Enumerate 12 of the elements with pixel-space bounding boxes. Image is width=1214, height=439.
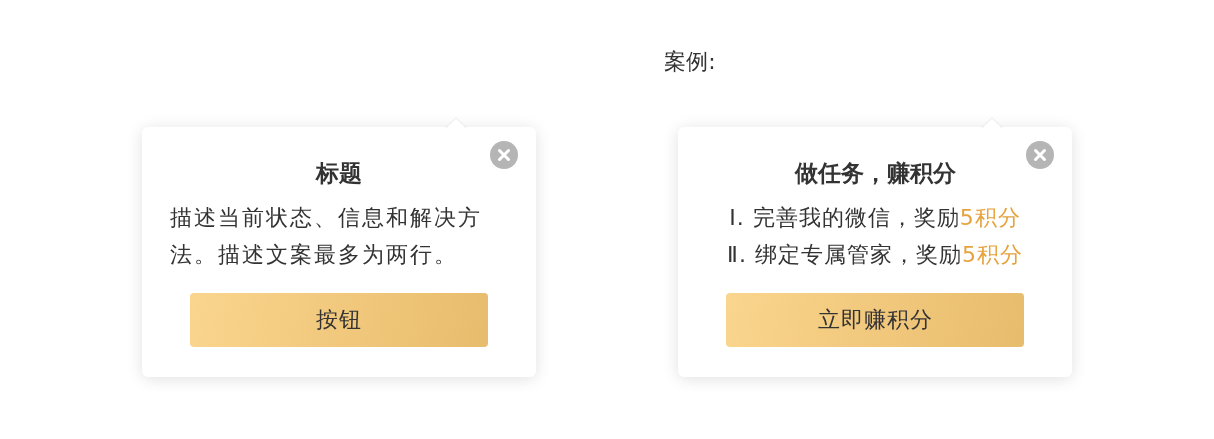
action-button[interactable]: 立即赚积分 [726, 293, 1024, 347]
reward-text: 5积分 [959, 205, 1021, 230]
task-text: Ⅰ. 完善我的微信，奖励 [729, 205, 960, 230]
popover-description: 描述当前状态、信息和解决方法。描述文案最多为两行。 [170, 204, 483, 269]
close-icon[interactable] [490, 141, 518, 169]
close-icon[interactable] [1026, 141, 1054, 169]
task-text: Ⅱ. 绑定专属管家，奖励 [727, 242, 962, 267]
action-button[interactable]: 按钮 [190, 293, 488, 347]
popover-title: 标题 [316, 159, 362, 188]
popover-title: 做任务，赚积分 [794, 159, 956, 188]
reward-text: 5积分 [961, 242, 1023, 267]
caption: 案例: [663, 48, 717, 76]
